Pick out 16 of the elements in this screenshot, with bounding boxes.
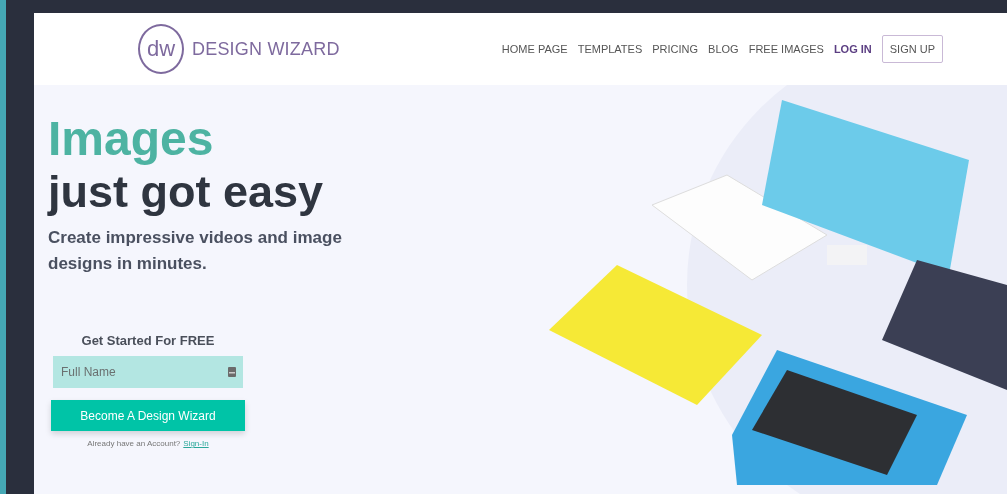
logo-mark: dw (138, 24, 184, 74)
hero-subtitle: just got easy (48, 165, 325, 219)
sign-up-button[interactable]: SIGN UP (881, 35, 943, 63)
name-input-field[interactable]: Full Name (53, 356, 243, 388)
logo-name: DESIGN WIZARD (192, 38, 340, 60)
nav-link[interactable]: TEMPLATES (577, 43, 643, 55)
hero-description: Create impressive videos and image designs in minutes. (48, 227, 343, 275)
nav-link[interactable]: PRICING (652, 43, 699, 55)
nav-link[interactable]: FREE IMAGES (748, 43, 824, 55)
hero-title: Images (48, 113, 215, 165)
card-icon (227, 366, 237, 378)
account-prompt: Already have an Account? (87, 439, 181, 448)
nav-link[interactable]: BLOG (708, 43, 739, 55)
nav-link[interactable]: LOG IN (833, 43, 872, 55)
form-heading: Get Started For FREE (81, 333, 215, 348)
nav-link[interactable]: HOME PAGE (501, 43, 568, 55)
